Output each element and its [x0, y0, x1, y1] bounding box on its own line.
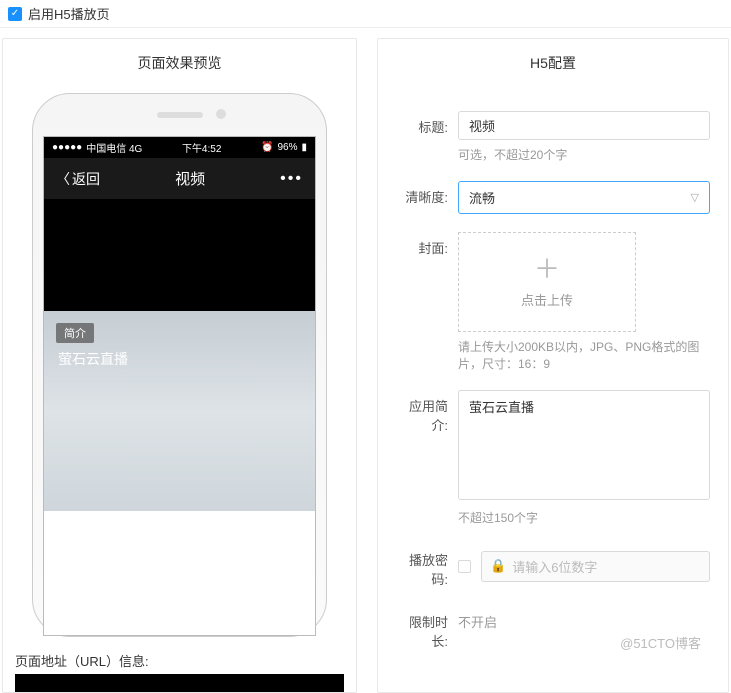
password-input[interactable]: 🔒 请输入6位数字 — [481, 551, 710, 582]
title-hint: 可选，不超过20个字 — [458, 146, 710, 163]
battery-icon: ▮ — [301, 142, 307, 153]
url-box — [15, 674, 344, 692]
upload-text: 点击上传 — [521, 290, 573, 309]
watermark: @51CTO博客 — [620, 633, 701, 652]
title-input[interactable] — [458, 111, 710, 140]
upload-button[interactable]: ＋ 点击上传 — [458, 232, 636, 332]
chevron-left-icon: 〈 — [56, 169, 70, 189]
more-icon[interactable]: ••• — [280, 170, 303, 188]
password-label: 播放密码: — [396, 544, 458, 588]
lock-icon: 🔒 — [490, 558, 506, 574]
phone-mockup: ●●●●● 中国电信 4G 下午4:52 ⏰ 96% ▮ 〈 — [32, 93, 327, 637]
plus-icon: ＋ — [534, 256, 560, 282]
chevron-down-icon: ▽ — [691, 191, 699, 204]
video-area — [44, 199, 315, 311]
enable-checkbox[interactable]: ✓ — [8, 7, 22, 21]
limit-value: 不开启 — [458, 606, 497, 631]
config-header: H5配置 — [378, 39, 728, 87]
password-checkbox[interactable] — [458, 560, 471, 573]
status-bar: ●●●●● 中国电信 4G 下午4:52 ⏰ 96% ▮ — [44, 137, 315, 158]
config-panel: H5配置 标题: 可选，不超过20个字 清晰度: 流畅 ▽ 封面: — [377, 38, 729, 693]
intro-tag: 简介 — [56, 323, 94, 343]
battery-label: 96% — [277, 142, 297, 153]
nav-bar: 〈 返回 视频 ••• — [44, 158, 315, 199]
alarm-icon: ⏰ — [261, 142, 273, 153]
clarity-label: 清晰度: — [396, 181, 458, 214]
url-label: 页面地址（URL）信息: — [3, 637, 356, 674]
clarity-value: 流畅 — [469, 188, 495, 207]
cover-hint: 请上传大小200KB以内，JPG、PNG格式的图片，尺寸：16：9 — [458, 338, 710, 372]
intro-label: 应用简介: — [396, 390, 458, 526]
password-placeholder: 请输入6位数字 — [512, 557, 597, 576]
intro-hint: 不超过150个字 — [458, 509, 710, 526]
title-label: 标题: — [396, 111, 458, 163]
back-button[interactable]: 〈 返回 — [56, 169, 100, 189]
preview-header: 页面效果预览 — [3, 39, 356, 87]
carrier-label: 中国电信 4G — [86, 140, 142, 155]
nav-title: 视频 — [175, 168, 205, 189]
enable-label: 启用H5播放页 — [28, 4, 110, 23]
preview-panel: 页面效果预览 ●●●●● 中国电信 4G 下午4:52 ⏰ 96% ▮ — [2, 38, 357, 693]
intro-text: 萤石云直播 — [58, 349, 128, 369]
clarity-select[interactable]: 流畅 ▽ — [458, 181, 710, 214]
time-label: 下午4:52 — [182, 140, 221, 155]
intro-textarea[interactable] — [458, 390, 710, 500]
limit-label: 限制时长: — [396, 606, 458, 650]
cover-label: 封面: — [396, 232, 458, 372]
content-area: 简介 萤石云直播 — [44, 311, 315, 511]
